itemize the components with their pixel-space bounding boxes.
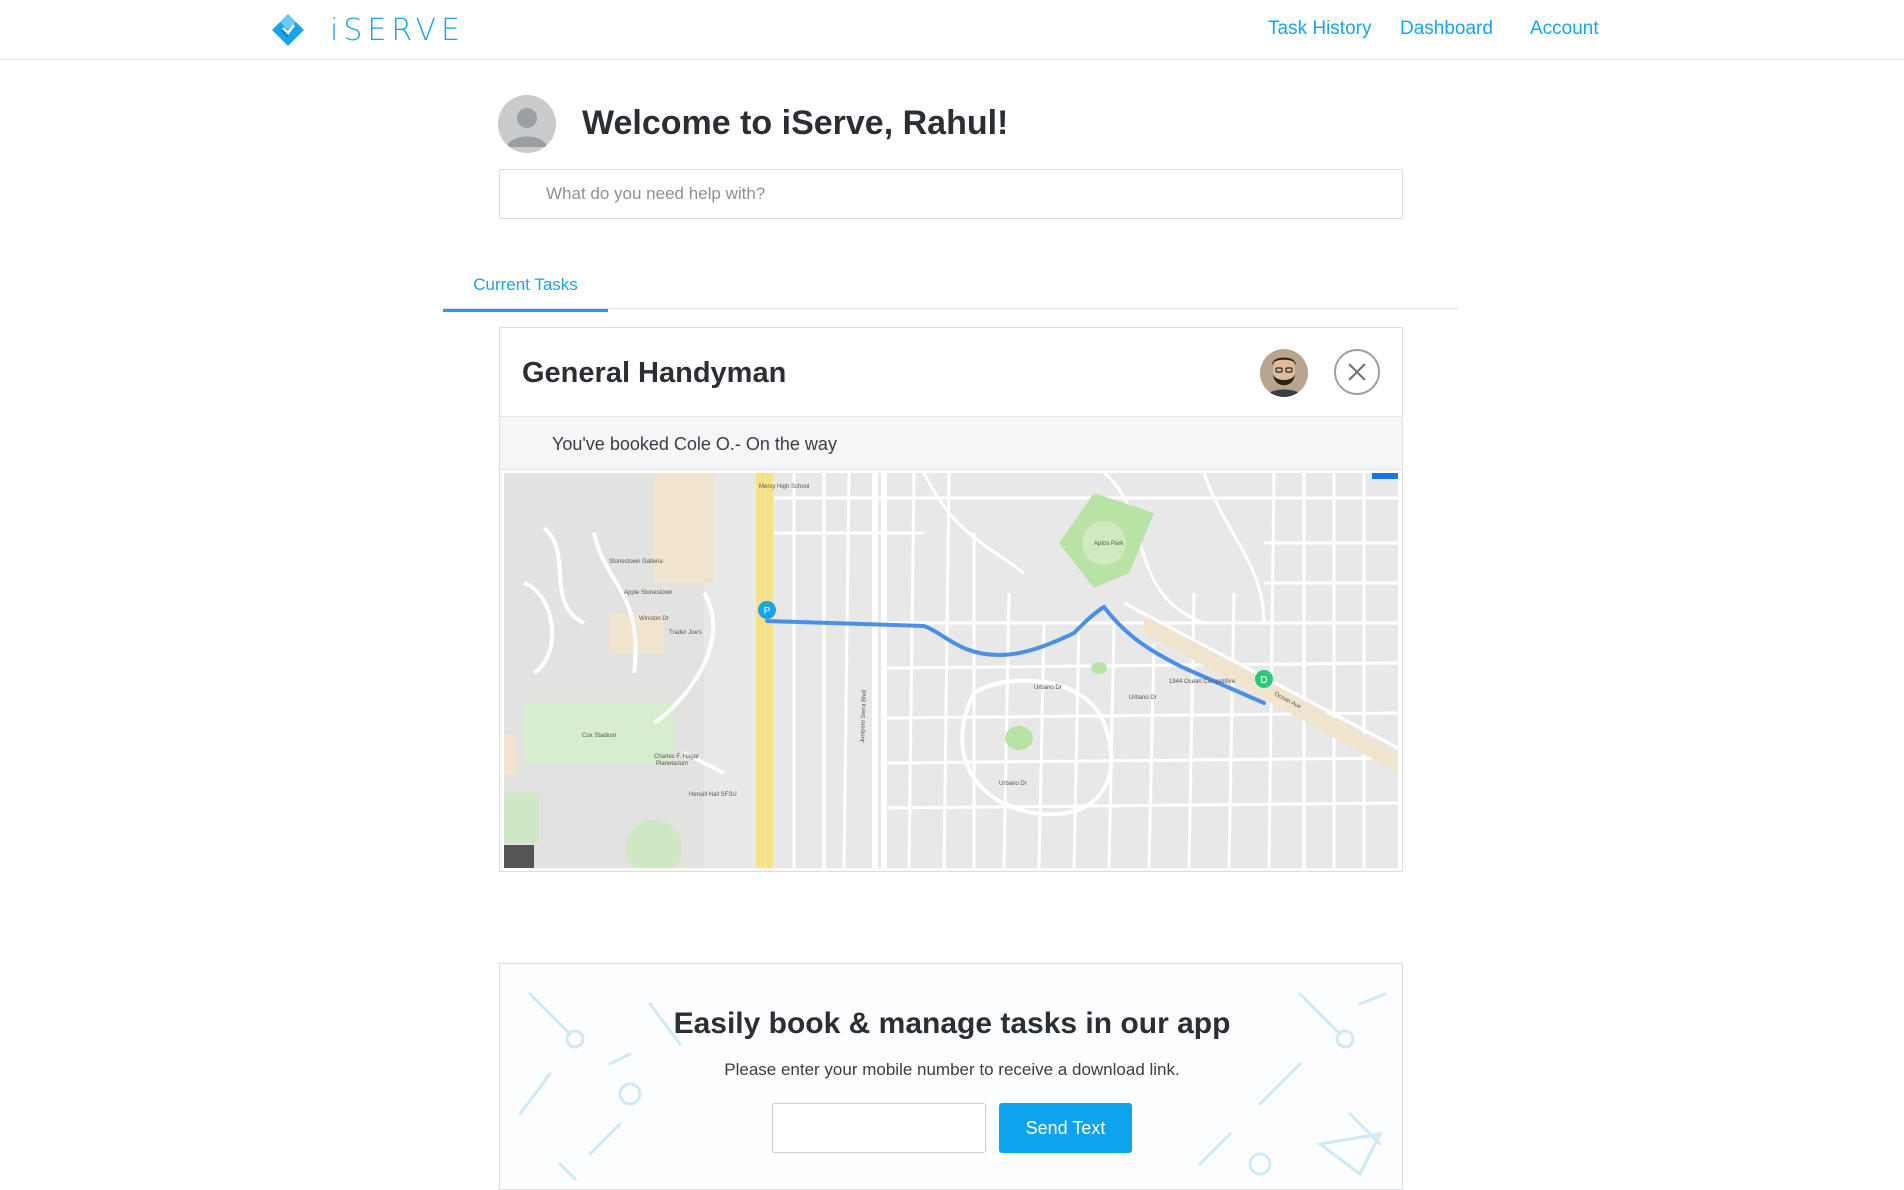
search-input[interactable]: [499, 169, 1403, 219]
close-task-button[interactable]: [1334, 349, 1380, 395]
user-avatar[interactable]: [498, 95, 556, 153]
diamond-logo-icon: [272, 14, 304, 46]
map-label: Apple Stonestown: [624, 590, 672, 596]
page-title: Welcome to iServe, Rahul!: [582, 104, 1009, 142]
top-navigation-bar: iSERVE Task History Dashboard Account: [0, 0, 1904, 60]
map-label: Winston Dr: [639, 616, 669, 622]
map-label: Trader Joe's: [669, 630, 702, 636]
task-title: General Handyman: [522, 357, 787, 389]
tab-current-tasks[interactable]: Current Tasks: [443, 268, 608, 312]
promo-title: Easily book & manage tasks in our app: [673, 1007, 1231, 1040]
brand-name: iSERVE: [330, 12, 466, 48]
task-status-bar: You've booked Cole O.- On the way: [500, 416, 1402, 470]
map-label: Mercy High School: [759, 484, 809, 490]
dropoff-marker[interactable]: D: [1255, 670, 1273, 688]
map-label: Cox Stadium: [582, 733, 616, 739]
pickup-marker[interactable]: P: [758, 601, 776, 619]
map-canvas: P D Mercy High School Stonestown Galleri…: [504, 473, 1398, 868]
nav-task-history[interactable]: Task History: [1268, 14, 1371, 44]
pro-avatar-photo: [1260, 349, 1308, 397]
brand-logo[interactable]: iSERVE: [270, 10, 465, 50]
map-label: Charles F. Hagar: [654, 754, 699, 760]
map-label: Urbano Dr: [1034, 685, 1062, 691]
map-label: Urbano Dr: [1129, 695, 1157, 701]
map-label: Hensill Hall SFSU: [689, 792, 737, 798]
svg-text:P: P: [764, 606, 771, 617]
mobile-number-input[interactable]: [772, 1103, 986, 1153]
pro-avatar[interactable]: [1260, 349, 1308, 397]
nav-account[interactable]: Account: [1530, 14, 1599, 44]
user-avatar-placeholder-icon: [498, 95, 556, 153]
map-label: Planetarium: [656, 761, 688, 767]
svg-text:D: D: [1260, 675, 1267, 686]
map-label: Aptos Park: [1094, 541, 1124, 547]
route-map[interactable]: P D Mercy High School Stonestown Galleri…: [504, 473, 1398, 868]
send-text-button[interactable]: Send Text: [999, 1103, 1132, 1153]
task-status-text: You've booked Cole O.- On the way: [552, 434, 837, 454]
promo-subtitle: Please enter your mobile number to recei…: [724, 1060, 1180, 1079]
map-label: Urbano Dr: [999, 781, 1027, 787]
map-label: Stonestown Galleria: [609, 559, 663, 565]
close-icon: [1348, 363, 1366, 381]
task-card: General Handyman You've booked Cole O.- …: [499, 327, 1403, 872]
map-label: 1944 Ocean Competitive: [1169, 679, 1236, 685]
app-promo: Easily book & manage tasks in our app Pl…: [499, 963, 1403, 1190]
nav-dashboard[interactable]: Dashboard: [1400, 14, 1493, 44]
